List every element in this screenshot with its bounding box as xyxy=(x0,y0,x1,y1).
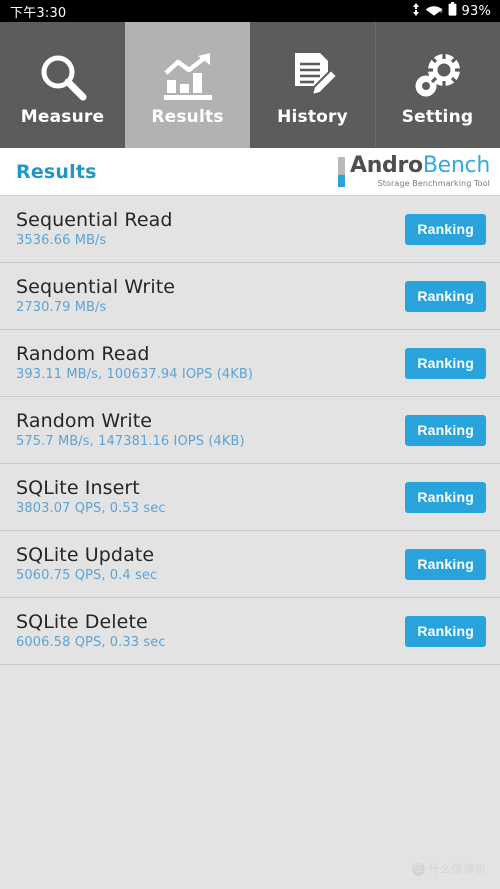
result-title: Random Write xyxy=(16,409,153,432)
row-text: SQLite Update 5060.75 QPS, 0.4 sec xyxy=(16,545,157,583)
tab-setting-label: Setting xyxy=(401,106,474,127)
tab-results-label: Results xyxy=(151,106,224,127)
data-transfer-icon xyxy=(412,2,420,20)
status-time: 下午3:30 xyxy=(10,5,67,21)
ranking-button[interactable]: Ranking xyxy=(405,414,486,446)
bar-chart-icon xyxy=(162,45,214,103)
tab-history[interactable]: History xyxy=(250,22,375,148)
row-text: Sequential Write 2730.79 MB/s xyxy=(16,277,175,315)
row-text: Sequential Read 3536.66 MB/s xyxy=(16,210,173,248)
result-value: 2730.79 MB/s xyxy=(16,299,107,315)
status-bar: 下午3:30 6 93% xyxy=(0,0,500,22)
tab-setting[interactable]: Setting xyxy=(375,22,500,148)
result-title: Sequential Write xyxy=(16,275,176,298)
ranking-button[interactable]: Ranking xyxy=(405,615,486,647)
result-title: SQLite Insert xyxy=(16,476,140,499)
ranking-button[interactable]: Ranking xyxy=(405,347,486,379)
androbench-logo: AndroBench Storage Benchmarking Tool xyxy=(337,155,490,188)
ranking-button[interactable]: Ranking xyxy=(405,481,486,513)
page-title: Results xyxy=(16,160,97,183)
result-title: Sequential Read xyxy=(16,208,173,231)
tab-results[interactable]: Results xyxy=(125,22,250,148)
document-pencil-icon xyxy=(287,45,339,103)
logo-word-andro: Andro xyxy=(349,153,423,178)
table-row[interactable]: Sequential Write 2730.79 MB/s Ranking xyxy=(0,263,500,330)
result-value: 3803.07 QPS, 0.53 sec xyxy=(16,500,166,516)
watermark-badge-icon: 值 xyxy=(411,862,425,876)
tab-history-label: History xyxy=(277,106,348,127)
logo-text: AndroBench Storage Benchmarking Tool xyxy=(350,155,490,188)
table-row[interactable]: SQLite Insert 3803.07 QPS, 0.53 sec Rank… xyxy=(0,464,500,531)
result-title: Random Read xyxy=(16,342,150,365)
logo-word-bench: Bench xyxy=(422,153,490,178)
battery-percent: 93% xyxy=(461,3,491,19)
ranking-button[interactable]: Ranking xyxy=(405,280,486,312)
row-text: SQLite Delete 6006.58 QPS, 0.33 sec xyxy=(16,612,166,650)
result-title: SQLite Update xyxy=(16,543,155,566)
status-icons: 6 93% xyxy=(412,2,492,20)
svg-text:6: 6 xyxy=(439,8,442,14)
main-tab-bar: Measure Results History Setting xyxy=(0,22,500,148)
table-row[interactable]: SQLite Update 5060.75 QPS, 0.4 sec Ranki… xyxy=(0,531,500,598)
result-value: 6006.58 QPS, 0.33 sec xyxy=(16,634,166,650)
results-list: Sequential Read 3536.66 MB/s Ranking Seq… xyxy=(0,196,500,889)
row-text: Random Read 393.11 MB/s, 100637.94 IOPS … xyxy=(16,344,253,382)
ranking-button[interactable]: Ranking xyxy=(405,213,486,245)
tab-measure[interactable]: Measure xyxy=(0,22,125,148)
result-value: 3536.66 MB/s xyxy=(16,232,107,248)
logo-bar-icon xyxy=(337,156,345,187)
result-value: 5060.75 QPS, 0.4 sec xyxy=(16,567,158,583)
result-value: 393.11 MB/s, 100637.94 IOPS (4KB) xyxy=(16,366,254,382)
wifi-icon: 6 xyxy=(425,3,443,20)
table-row[interactable]: SQLite Delete 6006.58 QPS, 0.33 sec Rank… xyxy=(0,598,500,665)
tab-measure-label: Measure xyxy=(20,106,105,127)
gears-icon xyxy=(411,45,465,103)
result-value: 575.7 MB/s, 147381.16 IOPS (4KB) xyxy=(16,433,245,449)
logo-tagline: Storage Benchmarking Tool xyxy=(377,179,490,188)
battery-icon xyxy=(448,2,457,20)
watermark: 值 什么值得买 xyxy=(411,861,487,877)
magnifier-icon xyxy=(37,45,89,103)
table-row[interactable]: Sequential Read 3536.66 MB/s Ranking xyxy=(0,196,500,263)
table-row[interactable]: Random Read 393.11 MB/s, 100637.94 IOPS … xyxy=(0,330,500,397)
table-row[interactable]: Random Write 575.7 MB/s, 147381.16 IOPS … xyxy=(0,397,500,464)
ranking-button[interactable]: Ranking xyxy=(405,548,486,580)
result-title: SQLite Delete xyxy=(16,610,148,633)
watermark-text: 什么值得买 xyxy=(428,863,486,876)
androbench-app: 下午3:30 6 93% Measure Results History Set… xyxy=(0,0,500,889)
row-text: Random Write 575.7 MB/s, 147381.16 IOPS … xyxy=(16,411,245,449)
page-header: Results AndroBench Storage Benchmarking … xyxy=(0,148,500,196)
row-text: SQLite Insert 3803.07 QPS, 0.53 sec xyxy=(16,478,166,516)
